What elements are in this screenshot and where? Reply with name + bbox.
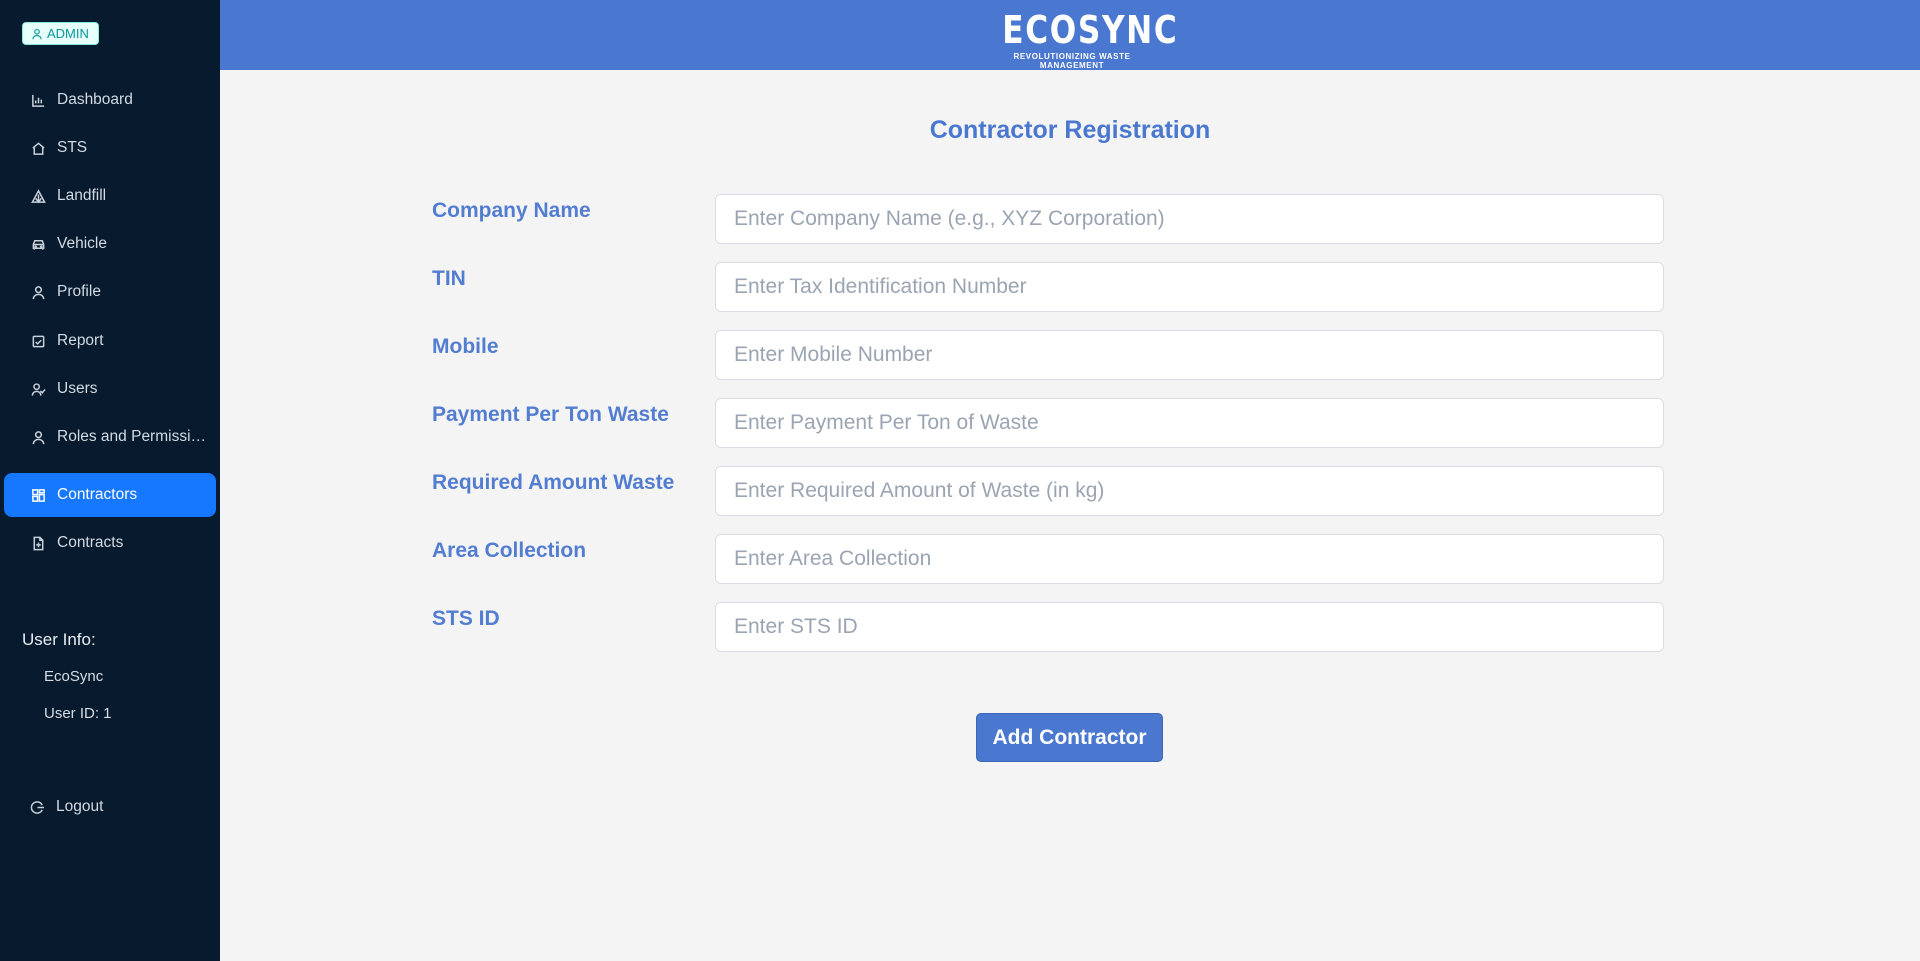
logout-icon [30,800,45,814]
mobile-label: Mobile [432,335,499,358]
tin-row: TIN [432,262,1664,312]
report-icon [30,333,46,349]
tin-input[interactable] [715,262,1664,312]
mobile-row: Mobile [432,330,1664,380]
users-icon [30,381,46,397]
home-icon [30,140,46,156]
sidebar-item-profile[interactable]: Profile [4,270,216,314]
required-amount-input[interactable] [715,466,1664,516]
company-name-label: Company Name [432,199,591,222]
car-icon [30,236,46,252]
required-amount-row: Required Amount Waste [432,466,1664,516]
sidebar-item-label: Contracts [57,534,124,551]
company-name-row: Company Name [432,194,1664,244]
sidebar-item-label: STS [57,139,88,156]
grid-icon [30,487,46,503]
sts-id-row: STS ID [432,602,1664,652]
logout-button[interactable]: Logout [30,798,103,816]
required-amount-label: Required Amount Waste [432,471,675,494]
sidebar-item-label: Profile [57,283,101,300]
user-info-id: User ID: 1 [44,705,112,722]
sidebar-item-label: Landfill [57,187,107,204]
area-collection-input[interactable] [715,534,1664,584]
sidebar-item-label: Report [57,332,104,349]
sidebar-item-sts[interactable]: STS [4,126,216,170]
area-collection-label: Area Collection [432,539,587,562]
ecosync-logo: ECOSYNC REVOLUTIONIZING WASTE MANAGEMENT [987,8,1179,70]
bar-chart-icon [30,92,46,108]
sidebar-item-vehicle[interactable]: Vehicle [4,222,216,266]
sidebar-item-contracts[interactable]: Contracts [4,521,216,565]
company-name-input[interactable] [715,194,1664,244]
logo-text: ECOSYNC [1002,8,1179,52]
tin-label: TIN [432,267,466,290]
sidebar-item-label: Roles and Permissions [57,428,213,445]
user-icon [32,28,42,39]
user-info-title: User Info: [22,630,96,649]
sidebar-item-landfill[interactable]: Landfill [4,174,216,218]
user-icon [30,284,46,300]
sidebar-item-roles-and-permissions[interactable]: Roles and Permissions [4,415,216,459]
logout-label: Logout [56,798,104,815]
sidebar: ADMIN Dashboard STS Landfill Vehicle Pro… [0,0,220,961]
page-title: Contractor Registration [929,116,1211,144]
user-info-name: EcoSync [44,668,104,685]
sidebar-item-users[interactable]: Users [4,367,216,411]
sts-id-input[interactable] [715,602,1664,652]
sidebar-item-report[interactable]: Report [4,319,216,363]
mobile-input[interactable] [715,330,1664,380]
file-icon [30,535,46,551]
landfill-icon [30,188,46,204]
logo-tagline: REVOLUTIONIZING WASTE MANAGEMENT [1013,52,1131,70]
add-contractor-button[interactable]: Add Contractor [976,713,1163,762]
sidebar-item-dashboard[interactable]: Dashboard [4,78,216,122]
payment-per-ton-label: Payment Per Ton Waste [432,403,669,426]
role-badge-label: ADMIN [47,26,89,41]
payment-per-ton-row: Payment Per Ton Waste [432,398,1664,448]
sidebar-item-label: Users [57,380,98,397]
user-icon [30,429,46,445]
sidebar-item-label: Contractors [57,486,138,503]
sidebar-item-label: Dashboard [57,91,133,108]
role-badge: ADMIN [22,22,99,45]
area-collection-row: Area Collection [432,534,1664,584]
sidebar-item-contractors[interactable]: Contractors [4,473,216,517]
sidebar-item-label: Vehicle [57,235,107,252]
payment-per-ton-input[interactable] [715,398,1664,448]
sts-id-label: STS ID [432,607,500,630]
top-header: ECOSYNC REVOLUTIONIZING WASTE MANAGEMENT [220,0,1920,70]
